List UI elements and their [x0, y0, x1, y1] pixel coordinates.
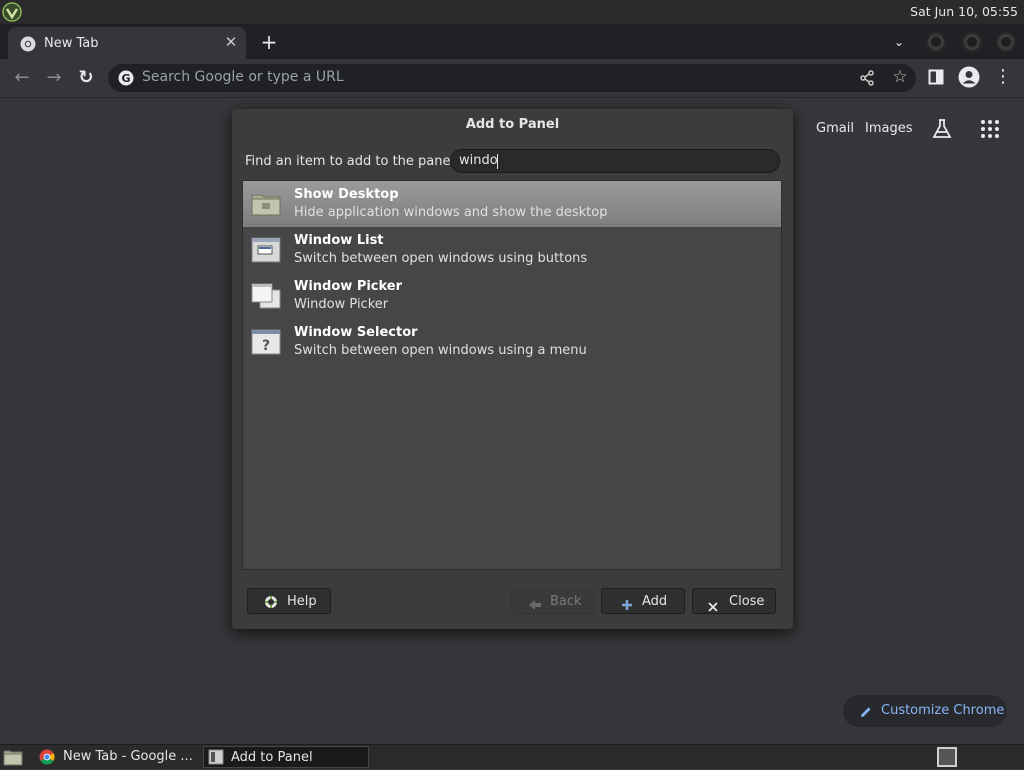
customize-chrome-label: Customize Chrome: [881, 703, 1005, 718]
google-g-icon: G: [118, 70, 134, 86]
back-button[interactable]: Back: [511, 588, 595, 614]
side-panel-icon[interactable]: [928, 69, 944, 85]
applet-list[interactable]: Show Desktop Hide application windows an…: [242, 180, 782, 570]
workspace-switcher-icon[interactable]: [937, 747, 957, 767]
close-x-icon: [708, 597, 718, 612]
find-item-label: Find an item to add to the panel:: [245, 154, 459, 169]
reload-icon[interactable]: ↻: [74, 66, 98, 90]
taskbar-item-label: New Tab - Google ...: [63, 749, 193, 764]
item-name: Window Selector: [294, 325, 418, 340]
taskbar-item-label: Add to Panel: [231, 750, 313, 765]
omnibox-placeholder: Search Google or type a URL: [142, 69, 344, 85]
item-name: Show Desktop: [294, 187, 399, 202]
bottom-taskbar: New Tab - Google ... Add to Panel: [0, 744, 1024, 769]
clock[interactable]: Sat Jun 10, 05:55: [910, 4, 1018, 19]
tab-search-chevron-icon[interactable]: ⌄: [890, 33, 908, 51]
search-input[interactable]: windo: [450, 149, 780, 173]
profile-avatar-icon[interactable]: [958, 66, 980, 88]
back-arrow-icon[interactable]: ←: [10, 66, 34, 90]
back-arrow-icon: [528, 596, 542, 610]
window-picker-icon: [251, 281, 281, 311]
customize-chrome-button[interactable]: Customize Chrome: [843, 695, 1007, 727]
search-input-value: windo: [459, 153, 498, 168]
taskbar-item-add-to-panel[interactable]: Add to Panel: [203, 746, 369, 768]
share-icon[interactable]: [858, 69, 876, 87]
item-name: Window Picker: [294, 279, 403, 294]
help-button[interactable]: Help: [247, 588, 331, 614]
pencil-icon: [859, 704, 873, 718]
forward-arrow-icon[interactable]: →: [42, 66, 66, 90]
chrome-labs-flask-icon[interactable]: [931, 118, 953, 140]
omnibox[interactable]: G Search Google or type a URL ☆: [108, 64, 916, 92]
close-button[interactable]: Close: [692, 588, 776, 614]
add-button[interactable]: Add: [601, 588, 685, 614]
show-desktop-icon: [251, 189, 281, 219]
close-label: Close: [729, 594, 765, 609]
minimize-window-button[interactable]: [926, 32, 946, 52]
window-selector-icon: ?: [251, 327, 281, 357]
svg-text:?: ?: [262, 338, 270, 354]
chrome-menu-icon[interactable]: ⋮: [994, 66, 1012, 88]
add-to-panel-dialog: Add to Panel Find an item to add to the …: [232, 109, 793, 629]
window-list-icon: [251, 235, 281, 265]
item-description: Switch between open windows using a menu: [294, 343, 587, 358]
images-link[interactable]: Images: [865, 121, 913, 136]
list-item-window-list[interactable]: Window List Switch between open windows …: [243, 227, 781, 273]
item-name: Window List: [294, 233, 384, 248]
item-description: Window Picker: [294, 297, 389, 312]
browser-toolbar: ← → ↻ G Search Google or type a URL ☆ ⋮: [0, 59, 1024, 98]
help-label: Help: [287, 594, 317, 609]
item-description: Hide application windows and show the de…: [294, 205, 608, 220]
maximize-window-button[interactable]: [962, 32, 982, 52]
show-desktop-icon[interactable]: [3, 748, 23, 766]
svg-text:G: G: [121, 72, 130, 85]
panel-icon: [208, 749, 224, 765]
help-lifebuoy-icon: [264, 594, 278, 608]
taskbar-item-chrome[interactable]: New Tab - Google ...: [34, 746, 198, 768]
list-item-window-picker[interactable]: Window Picker Window Picker: [243, 273, 781, 319]
bookmark-star-icon[interactable]: ☆: [890, 67, 910, 87]
close-window-button[interactable]: [996, 32, 1016, 52]
text-caret: [497, 154, 498, 169]
list-item-show-desktop[interactable]: Show Desktop Hide application windows an…: [243, 181, 781, 227]
back-label: Back: [550, 594, 582, 609]
item-description: Switch between open windows using button…: [294, 251, 588, 266]
main-menu-icon[interactable]: [2, 2, 22, 22]
top-system-panel: Sat Jun 10, 05:55: [0, 0, 1024, 25]
dialog-title: Add to Panel: [465, 117, 560, 132]
chrome-icon: [39, 749, 55, 765]
tab-strip: New Tab ✕ + ⌄: [0, 25, 1024, 59]
chrome-favicon-icon: [20, 36, 36, 52]
tab-title: New Tab: [44, 36, 99, 51]
tab-new-tab[interactable]: New Tab ✕: [8, 27, 246, 59]
tab-close-icon[interactable]: ✕: [222, 33, 240, 51]
google-apps-grid-icon[interactable]: [980, 119, 1000, 139]
add-label: Add: [642, 594, 668, 609]
plus-icon: [621, 596, 633, 610]
new-tab-button[interactable]: +: [258, 31, 280, 53]
list-item-window-selector[interactable]: ? Window Selector Switch between open wi…: [243, 319, 781, 365]
gmail-link[interactable]: Gmail: [816, 121, 854, 136]
